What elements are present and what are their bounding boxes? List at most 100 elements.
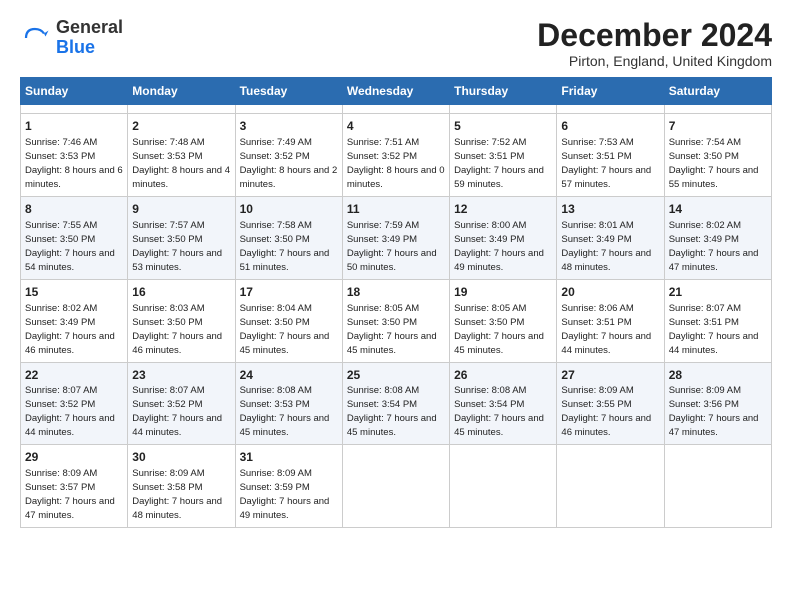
header-row: Sunday Monday Tuesday Wednesday Thursday… bbox=[21, 78, 772, 105]
table-cell: 8Sunrise: 7:55 AMSunset: 3:50 PMDaylight… bbox=[21, 196, 128, 279]
day-number: 11 bbox=[347, 201, 445, 218]
table-cell bbox=[128, 105, 235, 114]
day-number: 24 bbox=[240, 367, 338, 384]
col-monday: Monday bbox=[128, 78, 235, 105]
table-cell: 14 Sunrise: 8:02 AMSunset: 3:49 PMDayligh… bbox=[664, 196, 771, 279]
day-number: 5 bbox=[454, 118, 552, 135]
calendar-row: 8Sunrise: 7:55 AMSunset: 3:50 PMDaylight… bbox=[21, 196, 772, 279]
day-number: 13 bbox=[561, 201, 659, 218]
table-cell: 25Sunrise: 8:08 AMSunset: 3:54 PMDayligh… bbox=[342, 362, 449, 445]
table-cell: 4 Sunrise: 7:51 AMSunset: 3:52 PMDaylight… bbox=[342, 114, 449, 197]
day-info: Sunrise: 7:46 AMSunset: 3:53 PMDaylight:… bbox=[25, 137, 123, 190]
day-info: Sunrise: 8:08 AMSunset: 3:53 PMDaylight:… bbox=[240, 385, 330, 438]
day-info: Sunrise: 7:54 AMSunset: 3:50 PMDaylight:… bbox=[669, 137, 759, 190]
day-info: Sunrise: 8:05 AMSunset: 3:50 PMDaylight:… bbox=[454, 303, 544, 356]
day-number: 18 bbox=[347, 284, 445, 301]
day-number: 9 bbox=[132, 201, 230, 218]
day-info: Sunrise: 7:59 AMSunset: 3:49 PMDaylight:… bbox=[347, 220, 437, 273]
day-number: 25 bbox=[347, 367, 445, 384]
table-cell bbox=[21, 105, 128, 114]
table-cell: 19 Sunrise: 8:05 AMSunset: 3:50 PMDayligh… bbox=[450, 279, 557, 362]
table-cell: 16 Sunrise: 8:03 AMSunset: 3:50 PMDayligh… bbox=[128, 279, 235, 362]
day-number: 27 bbox=[561, 367, 659, 384]
day-number: 16 bbox=[132, 284, 230, 301]
day-info: Sunrise: 8:07 AMSunset: 3:52 PMDaylight:… bbox=[25, 385, 115, 438]
header: General Blue December 2024 Pirton, Engla… bbox=[20, 18, 772, 69]
day-info: Sunrise: 7:49 AMSunset: 3:52 PMDaylight:… bbox=[240, 137, 338, 190]
table-cell: 3 Sunrise: 7:49 AMSunset: 3:52 PMDaylight… bbox=[235, 114, 342, 197]
title-section: December 2024 Pirton, England, United Ki… bbox=[537, 18, 772, 69]
table-cell: 2 Sunrise: 7:48 AMSunset: 3:53 PMDaylight… bbox=[128, 114, 235, 197]
calendar-row: 1Sunrise: 7:46 AMSunset: 3:53 PMDaylight… bbox=[21, 114, 772, 197]
day-info: Sunrise: 7:48 AMSunset: 3:53 PMDaylight:… bbox=[132, 137, 230, 190]
table-cell: 31 Sunrise: 8:09 AMSunset: 3:59 PMDayligh… bbox=[235, 445, 342, 528]
table-cell: 13 Sunrise: 8:01 AMSunset: 3:49 PMDayligh… bbox=[557, 196, 664, 279]
day-info: Sunrise: 8:08 AMSunset: 3:54 PMDaylight:… bbox=[454, 385, 544, 438]
day-info: Sunrise: 7:55 AMSunset: 3:50 PMDaylight:… bbox=[25, 220, 115, 273]
day-number: 20 bbox=[561, 284, 659, 301]
day-info: Sunrise: 7:57 AMSunset: 3:50 PMDaylight:… bbox=[132, 220, 222, 273]
calendar-table: Sunday Monday Tuesday Wednesday Thursday… bbox=[20, 77, 772, 528]
day-info: Sunrise: 8:09 AMSunset: 3:59 PMDaylight:… bbox=[240, 468, 330, 521]
table-cell: 12 Sunrise: 8:00 AMSunset: 3:49 PMDayligh… bbox=[450, 196, 557, 279]
table-cell: 6 Sunrise: 7:53 AMSunset: 3:51 PMDaylight… bbox=[557, 114, 664, 197]
day-info: Sunrise: 8:02 AMSunset: 3:49 PMDaylight:… bbox=[669, 220, 759, 273]
table-cell bbox=[342, 445, 449, 528]
logo-icon bbox=[20, 23, 50, 53]
day-number: 21 bbox=[669, 284, 767, 301]
day-number: 28 bbox=[669, 367, 767, 384]
day-info: Sunrise: 8:02 AMSunset: 3:49 PMDaylight:… bbox=[25, 303, 115, 356]
day-info: Sunrise: 8:07 AMSunset: 3:51 PMDaylight:… bbox=[669, 303, 759, 356]
col-saturday: Saturday bbox=[664, 78, 771, 105]
day-number: 6 bbox=[561, 118, 659, 135]
day-number: 2 bbox=[132, 118, 230, 135]
day-number: 29 bbox=[25, 449, 123, 466]
col-sunday: Sunday bbox=[21, 78, 128, 105]
day-number: 3 bbox=[240, 118, 338, 135]
day-info: Sunrise: 7:53 AMSunset: 3:51 PMDaylight:… bbox=[561, 137, 651, 190]
col-friday: Friday bbox=[557, 78, 664, 105]
calendar-body: 1Sunrise: 7:46 AMSunset: 3:53 PMDaylight… bbox=[21, 105, 772, 528]
table-cell: 28Sunrise: 8:09 AMSunset: 3:56 PMDayligh… bbox=[664, 362, 771, 445]
page-container: General Blue December 2024 Pirton, Engla… bbox=[0, 0, 792, 538]
day-number: 14 bbox=[669, 201, 767, 218]
day-info: Sunrise: 8:03 AMSunset: 3:50 PMDaylight:… bbox=[132, 303, 222, 356]
day-number: 30 bbox=[132, 449, 230, 466]
table-cell bbox=[664, 445, 771, 528]
day-info: Sunrise: 8:08 AMSunset: 3:54 PMDaylight:… bbox=[347, 385, 437, 438]
table-cell: 9 Sunrise: 7:57 AMSunset: 3:50 PMDaylight… bbox=[128, 196, 235, 279]
day-number: 7 bbox=[669, 118, 767, 135]
day-number: 10 bbox=[240, 201, 338, 218]
table-cell: 11 Sunrise: 7:59 AMSunset: 3:49 PMDayligh… bbox=[342, 196, 449, 279]
day-info: Sunrise: 8:04 AMSunset: 3:50 PMDaylight:… bbox=[240, 303, 330, 356]
day-info: Sunrise: 8:07 AMSunset: 3:52 PMDaylight:… bbox=[132, 385, 222, 438]
day-info: Sunrise: 7:58 AMSunset: 3:50 PMDaylight:… bbox=[240, 220, 330, 273]
day-info: Sunrise: 8:09 AMSunset: 3:55 PMDaylight:… bbox=[561, 385, 651, 438]
day-number: 12 bbox=[454, 201, 552, 218]
day-info: Sunrise: 8:01 AMSunset: 3:49 PMDaylight:… bbox=[561, 220, 651, 273]
table-cell: 15Sunrise: 8:02 AMSunset: 3:49 PMDayligh… bbox=[21, 279, 128, 362]
table-cell: 23Sunrise: 8:07 AMSunset: 3:52 PMDayligh… bbox=[128, 362, 235, 445]
calendar-row: 29 Sunrise: 8:09 AMSunset: 3:57 PMDayligh… bbox=[21, 445, 772, 528]
calendar-row: 22Sunrise: 8:07 AMSunset: 3:52 PMDayligh… bbox=[21, 362, 772, 445]
day-info: Sunrise: 7:51 AMSunset: 3:52 PMDaylight:… bbox=[347, 137, 445, 190]
day-number: 31 bbox=[240, 449, 338, 466]
calendar-row: 15Sunrise: 8:02 AMSunset: 3:49 PMDayligh… bbox=[21, 279, 772, 362]
day-info: Sunrise: 8:06 AMSunset: 3:51 PMDaylight:… bbox=[561, 303, 651, 356]
table-cell: 7 Sunrise: 7:54 AMSunset: 3:50 PMDaylight… bbox=[664, 114, 771, 197]
table-cell bbox=[557, 445, 664, 528]
day-info: Sunrise: 8:09 AMSunset: 3:57 PMDaylight:… bbox=[25, 468, 115, 521]
day-info: Sunrise: 8:00 AMSunset: 3:49 PMDaylight:… bbox=[454, 220, 544, 273]
col-thursday: Thursday bbox=[450, 78, 557, 105]
day-number: 22 bbox=[25, 367, 123, 384]
day-number: 19 bbox=[454, 284, 552, 301]
table-cell: 26Sunrise: 8:08 AMSunset: 3:54 PMDayligh… bbox=[450, 362, 557, 445]
table-cell bbox=[450, 445, 557, 528]
col-wednesday: Wednesday bbox=[342, 78, 449, 105]
day-number: 26 bbox=[454, 367, 552, 384]
table-cell: 24Sunrise: 8:08 AMSunset: 3:53 PMDayligh… bbox=[235, 362, 342, 445]
day-number: 4 bbox=[347, 118, 445, 135]
table-cell: 29 Sunrise: 8:09 AMSunset: 3:57 PMDayligh… bbox=[21, 445, 128, 528]
col-tuesday: Tuesday bbox=[235, 78, 342, 105]
table-cell: 22Sunrise: 8:07 AMSunset: 3:52 PMDayligh… bbox=[21, 362, 128, 445]
